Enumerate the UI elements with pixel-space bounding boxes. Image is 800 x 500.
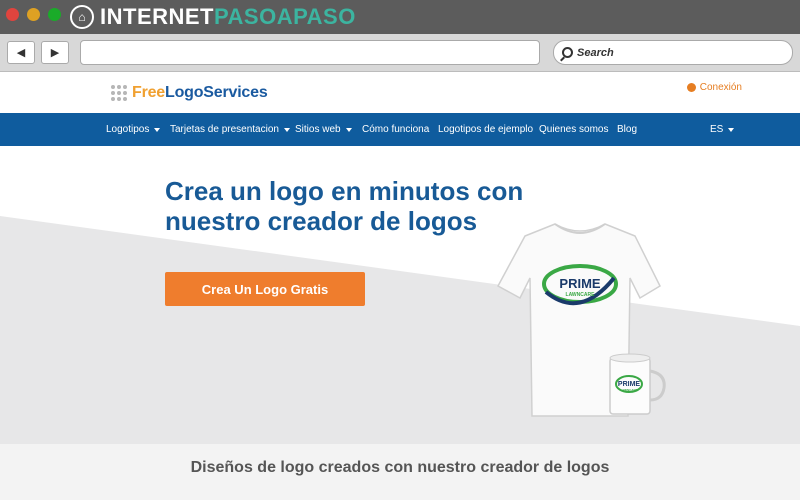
shield-icon: ⌂ (70, 5, 94, 29)
user-icon (686, 83, 696, 92)
browser-toolbar: ◀ ▶ Search (0, 34, 800, 72)
chevron-down-icon (728, 127, 735, 132)
showcase-section: Diseños de logo creados con nuestro crea… (0, 444, 800, 500)
nav-item-tarjetas[interactable]: Tarjetas de presentacion (170, 113, 290, 146)
tshirt-mug-mockup: PRIME LAWNCARE PRIME LAWNCARE (496, 223, 666, 417)
web-page: FreeLogoServices Conexión Logotipos Tarj… (0, 72, 800, 500)
chevron-down-icon (283, 127, 290, 132)
minimize-window-button[interactable] (27, 8, 40, 21)
chevron-down-icon (345, 127, 352, 132)
svg-text:LAWNCARE: LAWNCARE (566, 292, 596, 298)
close-window-button[interactable] (6, 8, 19, 21)
chevron-down-icon (154, 127, 161, 132)
nav-item-blog[interactable]: Blog (617, 113, 637, 146)
hero-section: Crea un logo en minutos con nuestro crea… (0, 146, 800, 444)
language-selector[interactable]: ES (710, 113, 735, 146)
forward-button[interactable]: ▶ (41, 41, 69, 64)
maximize-window-button[interactable] (48, 8, 61, 21)
browser-titlebar: ⌂ INTERNETPASOAPASO (0, 0, 800, 34)
login-label: Conexión (699, 82, 742, 93)
nav-item-sitios-web[interactable]: Sitios web (295, 113, 352, 146)
svg-text:PRIME: PRIME (559, 276, 601, 291)
logo-free-text: Free (132, 84, 165, 101)
showcase-title: Diseños de logo creados con nuestro crea… (190, 459, 610, 476)
search-placeholder: Search (577, 46, 614, 59)
watermark-logo: ⌂ INTERNETPASOAPASO (70, 4, 356, 30)
site-header: FreeLogoServices Conexión (0, 72, 800, 113)
logo-rest-text: LogoServices (165, 84, 268, 101)
search-icon (562, 47, 573, 58)
nav-item-como-funciona[interactable]: Cómo funciona (362, 113, 429, 146)
main-nav: Logotipos Tarjetas de presentacion Sitio… (0, 113, 800, 146)
watermark-name-a: INTERNET (100, 4, 214, 29)
back-arrow-icon: ◀ (16, 47, 26, 59)
browser-search-input[interactable]: Search (553, 40, 793, 65)
nav-item-logotipos-ejemplo[interactable]: Logotipos de ejemplo (438, 113, 533, 146)
nav-item-logotipos[interactable]: Logotipos (106, 113, 161, 146)
watermark-name-b: PASOAPASO (214, 4, 356, 29)
address-bar[interactable] (80, 40, 540, 65)
svg-text:LAWNCARE: LAWNCARE (620, 388, 637, 392)
svg-text:PRIME: PRIME (618, 381, 641, 388)
site-logo[interactable]: FreeLogoServices (111, 84, 268, 102)
back-button[interactable]: ◀ (7, 41, 35, 64)
create-logo-button[interactable]: Crea Un Logo Gratis (165, 272, 365, 306)
logo-dots-icon (111, 85, 127, 101)
nav-item-quienes-somos[interactable]: Quienes somos (539, 113, 608, 146)
forward-arrow-icon: ▶ (50, 47, 60, 59)
login-link[interactable]: Conexión (686, 82, 742, 93)
